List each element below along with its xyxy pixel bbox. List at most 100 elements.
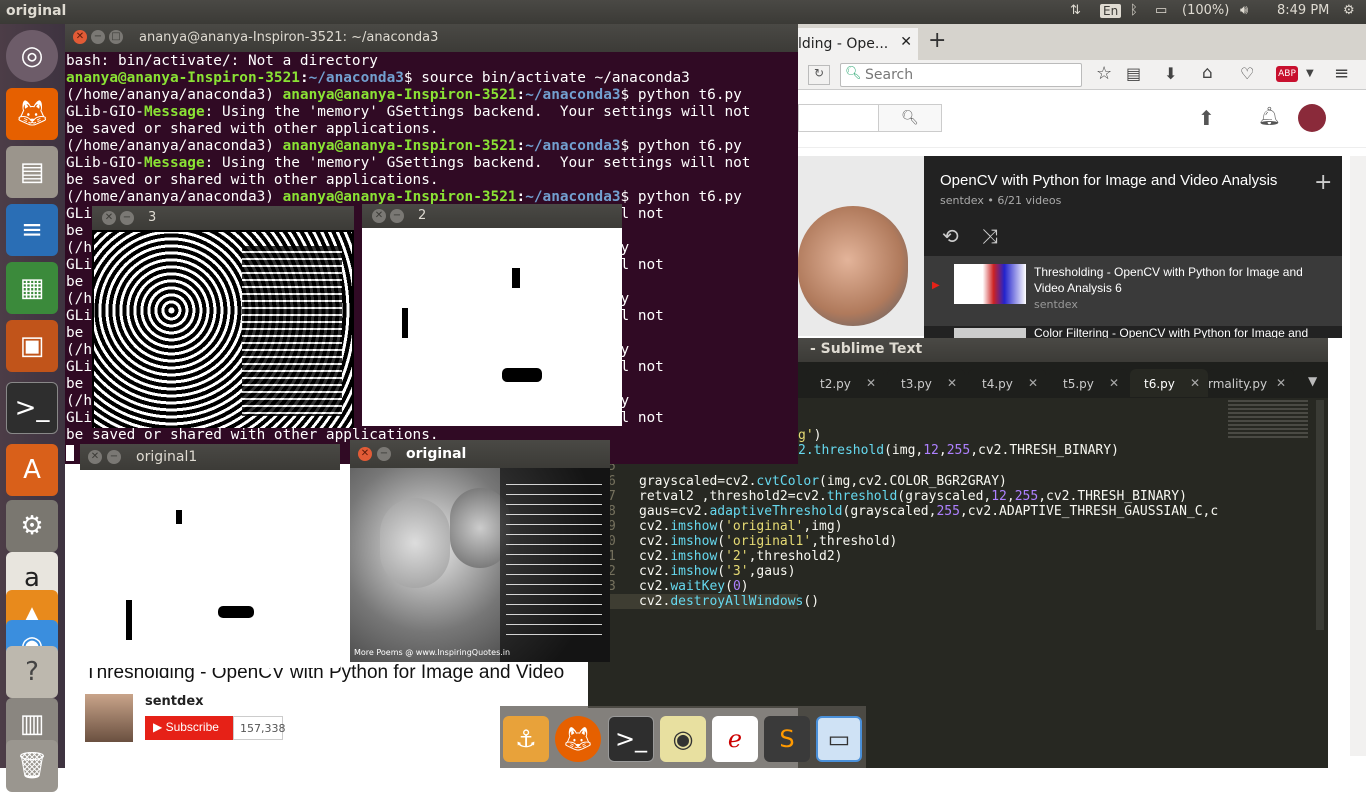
- close-icon[interactable]: ✕: [88, 450, 102, 464]
- playlist-thumbnail: [954, 264, 1026, 304]
- channel-name[interactable]: sentdex: [145, 694, 204, 709]
- bookmark-star-icon[interactable]: ☆: [1096, 63, 1112, 84]
- window-icon[interactable]: ▭: [816, 716, 862, 762]
- reading-list-icon[interactable]: ▤: [1126, 64, 1141, 83]
- maximize-icon[interactable]: □: [109, 30, 123, 44]
- search-input[interactable]: 🔍︎ Search: [840, 63, 1082, 87]
- tab-t4[interactable]: t4.py ✕: [968, 369, 1046, 397]
- tab-t5[interactable]: t5.py ✕: [1049, 369, 1127, 397]
- audio-icon[interactable]: ◉: [660, 716, 706, 762]
- volume-icon[interactable]: 🔊︎: [1240, 3, 1248, 18]
- image-window-original[interactable]: ✕ − original More Poems @ www.InspiringQ…: [350, 440, 610, 662]
- reload-icon[interactable]: ↻: [808, 65, 830, 85]
- playlist-item[interactable]: ▶ Thresholding - OpenCV with Python for …: [924, 256, 1342, 326]
- tab-normality[interactable]: rmality.py ✕: [1208, 369, 1294, 397]
- close-icon[interactable]: ✕: [1109, 376, 1119, 390]
- download-icon[interactable]: ⬇: [1164, 64, 1177, 83]
- presenter-face: [798, 206, 908, 326]
- minimize-icon[interactable]: −: [107, 450, 121, 464]
- chevron-down-icon[interactable]: ▼: [1306, 68, 1314, 79]
- home-icon[interactable]: ⌂: [1202, 63, 1213, 83]
- code-view[interactable]: g') 2.threshold(img,12,255,cv2.THRESH_BI…: [798, 428, 1119, 458]
- close-icon[interactable]: ✕: [102, 211, 116, 225]
- playlist-item-title: Color Filtering - OpenCV with Python for…: [1034, 326, 1309, 338]
- sublime-icon[interactable]: S: [764, 716, 810, 762]
- battery-percent[interactable]: (100%): [1182, 3, 1229, 18]
- close-icon[interactable]: ✕: [1028, 376, 1038, 390]
- pocket-icon[interactable]: ♡: [1240, 64, 1254, 83]
- firefox-icon[interactable]: 🦊︎: [6, 88, 58, 140]
- acrobat-icon[interactable]: ℯ: [712, 716, 758, 762]
- playlist-subtitle: sentdex • 6/21 videos: [940, 194, 1062, 207]
- close-icon[interactable]: ✕: [372, 209, 386, 223]
- close-icon[interactable]: ✕: [1276, 376, 1286, 390]
- subscribe-button[interactable]: ▶ Subscribe: [145, 716, 233, 740]
- calc-icon[interactable]: ▦: [6, 262, 58, 314]
- terminal-icon[interactable]: >_: [6, 382, 58, 434]
- minimize-icon[interactable]: −: [91, 30, 105, 44]
- yt-search-button[interactable]: 🔍︎: [878, 104, 942, 132]
- upload-icon[interactable]: ⬆: [1198, 106, 1215, 130]
- video-player[interactable]: [798, 156, 924, 336]
- writer-icon[interactable]: ≡: [6, 204, 58, 256]
- search-icon: 🔍︎: [845, 66, 862, 81]
- settings-icon[interactable]: ⚙: [6, 500, 58, 552]
- tab-overflow-icon[interactable]: ▼: [1308, 374, 1317, 388]
- minimize-icon[interactable]: −: [390, 209, 404, 223]
- image-window-2[interactable]: ✕ − 2: [362, 204, 622, 426]
- ubuntu-icon[interactable]: ◎: [6, 30, 58, 82]
- subscriber-count: 157,338: [233, 716, 286, 740]
- close-icon[interactable]: ✕: [1190, 376, 1200, 390]
- battery-icon[interactable]: ▭: [1155, 3, 1167, 18]
- minimize-icon[interactable]: −: [120, 211, 134, 225]
- minimize-icon[interactable]: −: [377, 447, 391, 461]
- channel-avatar[interactable]: [85, 694, 133, 742]
- close-icon[interactable]: ✕: [947, 376, 957, 390]
- software-center-icon[interactable]: A: [6, 444, 58, 496]
- scrollbar[interactable]: [1316, 400, 1324, 630]
- avatar[interactable]: [1298, 104, 1326, 132]
- menu-icon[interactable]: ≡: [1334, 63, 1349, 84]
- terminal-icon[interactable]: >_: [608, 716, 654, 762]
- impress-icon[interactable]: ▣: [6, 320, 58, 372]
- tab-label: rmality.py: [1208, 377, 1268, 391]
- notifications-bell-icon[interactable]: 🔔︎: [1258, 106, 1281, 127]
- close-icon[interactable]: ✕: [358, 447, 372, 461]
- minimap[interactable]: [1228, 400, 1308, 440]
- keyboard-lang-indicator[interactable]: En: [1100, 4, 1122, 18]
- original-image: More Poems @ www.InspiringQuotes.in: [350, 468, 610, 662]
- clock[interactable]: 8:49 PM: [1277, 3, 1329, 18]
- adblock-icon[interactable]: ABP: [1276, 66, 1298, 82]
- anchor-icon[interactable]: ⚓: [503, 716, 549, 762]
- shuffle-icon[interactable]: ⤨: [982, 224, 998, 248]
- code-lines[interactable]: grayscaled=cv2.cvtColor(img,cv2.COLOR_BG…: [639, 474, 1218, 609]
- playlist-header: OpenCV with Python for Image and Video A…: [924, 156, 1342, 256]
- network-icon[interactable]: ⇅: [1070, 3, 1081, 18]
- close-icon[interactable]: ✕: [866, 376, 876, 390]
- firefox-icon[interactable]: 🦊︎: [555, 716, 601, 762]
- tab-t6[interactable]: t6.py ✕: [1130, 369, 1208, 397]
- new-tab-icon[interactable]: +: [928, 28, 946, 53]
- gear-icon[interactable]: ⚙: [1343, 3, 1355, 18]
- close-icon[interactable]: ✕: [73, 30, 87, 44]
- playlist-title[interactable]: OpenCV with Python for Image and Video A…: [940, 172, 1277, 189]
- bluetooth-icon[interactable]: ᛒ: [1130, 3, 1138, 18]
- loop-icon[interactable]: ⟲: [942, 224, 959, 248]
- trash-icon[interactable]: 🗑︎: [6, 740, 58, 792]
- files-icon[interactable]: ▤: [6, 146, 58, 198]
- browser-tab[interactable]: lding - Ope... ✕: [798, 28, 918, 60]
- cursor: [66, 445, 74, 461]
- playlist-item[interactable]: Color Filtering - OpenCV with Python for…: [924, 326, 1342, 338]
- now-playing-icon: ▶: [932, 280, 940, 291]
- help-icon[interactable]: ?: [6, 646, 58, 698]
- scrollbar[interactable]: [1350, 156, 1366, 756]
- yt-search-box[interactable]: [798, 104, 878, 132]
- tab-t3[interactable]: t3.py ✕: [887, 369, 965, 397]
- window-title: 3: [148, 210, 157, 225]
- tab-t2[interactable]: t2.py ✕: [806, 369, 884, 397]
- add-playlist-icon[interactable]: +: [1314, 170, 1332, 195]
- image-window-3[interactable]: ✕ − 3: [92, 206, 354, 428]
- terminal-line: GLib-GIO-Message: Using the 'memory' GSe…: [66, 104, 751, 120]
- close-tab-icon[interactable]: ✕: [900, 34, 912, 50]
- image-window-original1[interactable]: ✕ − original1: [80, 444, 340, 668]
